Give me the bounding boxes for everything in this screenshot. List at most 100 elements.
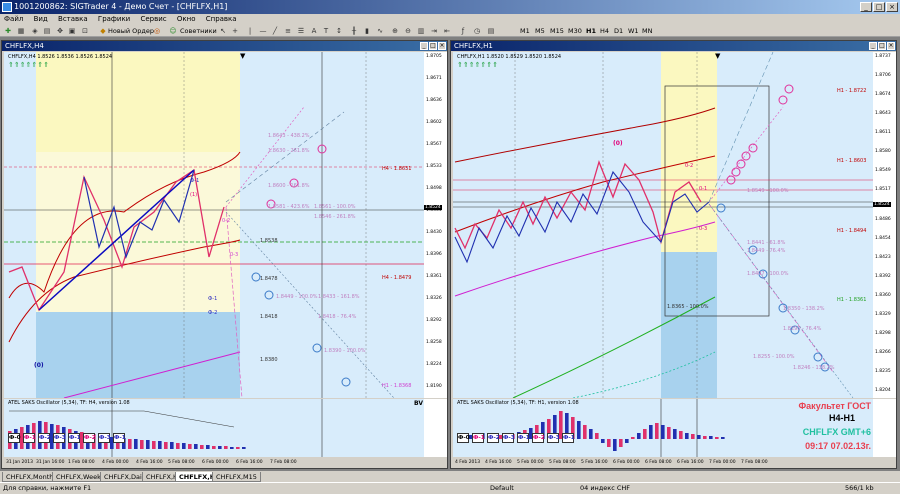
close-icon[interactable]: × (886, 2, 898, 12)
periods-icon[interactable]: ◷ (472, 26, 482, 36)
oscillator-h1[interactable]: ATEL SAKS Oscillator (5,34), TF: H1, ver… (453, 399, 873, 457)
menu-tools[interactable]: Сервис (140, 15, 166, 23)
tf-m5[interactable]: M5 (535, 26, 545, 36)
data-window-icon[interactable]: ▤ (42, 26, 52, 36)
menu-window[interactable]: Окно (177, 15, 196, 23)
line-chart-icon[interactable]: ∿ (375, 26, 385, 36)
price-axis-h4[interactable]: 1.8705 1.8671 1.8636 1.8602 1.8567 1.853… (424, 52, 447, 398)
channel-icon[interactable]: ≡ (283, 26, 293, 36)
wave-tag: Ф-3 (53, 433, 66, 443)
level-label: H1 - 1.8603 (837, 158, 867, 164)
oscillator-bv-label: BV (414, 400, 423, 407)
candles-icon[interactable]: ▮ (362, 26, 372, 36)
terminal-icon[interactable]: ▣ (67, 26, 77, 36)
window-close-icon[interactable]: × (887, 42, 895, 50)
tf-m1[interactable]: M1 (520, 26, 530, 36)
chart-title-text: CHFLFX,H1 (454, 42, 493, 50)
chart-window-h4[interactable]: CHFLFX,H4 _ □ × CHFLFX,H4 1.8526 1.8536 … (1, 40, 448, 469)
profiles-icon[interactable]: ▦ (16, 26, 26, 36)
menu-insert[interactable]: Вставка (58, 15, 88, 23)
vertical-line-icon[interactable]: | (245, 26, 255, 36)
templates-icon[interactable]: ▤ (486, 26, 496, 36)
tf-h4[interactable]: H4 (600, 26, 609, 36)
fib-label: 1.8390 - 100.0% (324, 348, 366, 354)
trendline-icon[interactable]: ╱ (270, 26, 280, 36)
shift-marker-icon[interactable]: ▼ (240, 52, 245, 60)
fib-label: 1.8350 - 138.2% (783, 306, 825, 312)
time-axis-h4[interactable]: 31 Jan 2013 31 Jan 16:00 1 Feb 08:00 4 F… (4, 458, 424, 467)
tester-icon[interactable]: ⊡ (80, 26, 90, 36)
oscillator-bar (146, 440, 150, 449)
tf-w1[interactable]: W1 (628, 26, 639, 36)
window-minimize-icon[interactable]: _ (869, 42, 877, 50)
label-icon[interactable]: T (321, 26, 331, 36)
oscillator-bar (152, 441, 156, 449)
tf-m15[interactable]: M15 (550, 26, 564, 36)
zoom-out-icon[interactable]: ⊖ (403, 26, 413, 36)
window-close-icon[interactable]: × (438, 42, 446, 50)
menu-charts[interactable]: Графики (98, 15, 130, 23)
oscillator-bar (613, 439, 617, 451)
tf-m30[interactable]: M30 (568, 26, 582, 36)
tf-d1[interactable]: D1 (614, 26, 623, 36)
price-chart-h4[interactable]: CHFLFX,H4 1.8526 1.8536 1.8526 1.8524 ⇑⇑… (4, 52, 424, 398)
horizontal-line-icon[interactable]: — (258, 26, 268, 36)
autoscroll-icon[interactable]: ⇥ (429, 26, 439, 36)
maximize-icon[interactable]: □ (873, 2, 885, 12)
tf-mn[interactable]: MN (642, 26, 652, 36)
bar-chart-icon[interactable]: ╫ (349, 26, 359, 36)
tab-m15[interactable]: CHFLFX,M15 (212, 472, 261, 482)
oscillator-h4[interactable]: ATEL SAKS Oscillator (5,34), TF: H4, ver… (4, 399, 424, 457)
chart-window-h1[interactable]: CHFLFX,H1 _ □ × CHFLFX,H1 1.8520 1.8529 … (450, 40, 897, 469)
chart-shift-icon[interactable]: ⇤ (442, 26, 452, 36)
arrows-icon[interactable]: ↕ (334, 26, 344, 36)
market-watch-icon[interactable]: ◈ (30, 26, 40, 36)
wave-tag: Ф-1 (472, 433, 485, 443)
indicators-icon[interactable]: ƒ (458, 26, 468, 36)
wave-tag: Ф-3 (98, 433, 111, 443)
new-order-button[interactable]: Новый Ордер (108, 26, 154, 36)
wave-label: Ф-2 (208, 310, 218, 316)
experts-icon[interactable]: ☺ (168, 26, 178, 36)
window-restore-icon[interactable]: □ (878, 42, 886, 50)
oscillator-bar (589, 429, 593, 439)
crosshair-icon[interactable]: + (230, 26, 240, 36)
minimize-icon[interactable]: _ (860, 2, 872, 12)
time-axis-h1[interactable]: 4 Feb 2013 4 Feb 16:00 5 Feb 00:00 5 Feb… (453, 458, 873, 467)
window-restore-icon[interactable]: □ (429, 42, 437, 50)
new-chart-icon[interactable]: ✚ (3, 26, 13, 36)
menu-bar: Файл Вид Вставка Графики Сервис Окно Спр… (0, 14, 900, 25)
oscillator-bar (236, 447, 240, 449)
zoom-in-icon[interactable]: ⊕ (390, 26, 400, 36)
fibonacci-icon[interactable]: ☰ (296, 26, 306, 36)
menu-view[interactable]: Вид (34, 15, 48, 23)
oscillator-bar (212, 446, 216, 449)
cursor-icon[interactable]: ↖ (218, 26, 228, 36)
experts-button[interactable]: Советники (180, 26, 217, 36)
fib-label: 1.8449 - 100.0% (276, 294, 318, 300)
wave-tag: Ф-1 (113, 433, 126, 443)
current-price-tag: 1.8524 (873, 202, 891, 207)
menu-help[interactable]: Справка (206, 15, 237, 23)
level-label: H4 - 1.8479 (382, 275, 412, 281)
navigator-icon[interactable]: ✥ (55, 26, 65, 36)
oscillator-bar (679, 431, 683, 439)
signal-arrows-icon: ⇑⇑⇑⇑⇑⇑⇑ (457, 61, 499, 69)
shift-marker-icon[interactable]: ▼ (715, 52, 720, 60)
oscillator-bar (182, 443, 186, 449)
window-minimize-icon[interactable]: _ (420, 42, 428, 50)
oscillator-bar (661, 425, 665, 439)
stamp-line-4: 09:17 07.02.13г. (805, 441, 871, 451)
oscillator-bar (655, 423, 659, 439)
tf-h1[interactable]: H1 (586, 26, 596, 36)
app-icon (2, 2, 12, 12)
text-icon[interactable]: A (309, 26, 319, 36)
meta-editor-icon[interactable]: ◎ (152, 26, 162, 36)
menu-file[interactable]: Файл (4, 15, 23, 23)
price-axis-h1[interactable]: 1.8737 1.8706 1.8674 1.8643 1.8611 1.858… (873, 52, 896, 398)
tile-windows-icon[interactable]: ▥ (416, 26, 426, 36)
wave-tag: Ф-1 (562, 433, 575, 443)
oscillator-bar (607, 439, 611, 447)
wave-tag: Ф-2 (38, 433, 51, 443)
price-chart-h1[interactable]: CHFLFX,H1 1.8520 1.8529 1.8520 1.8524 ⇑⇑… (453, 52, 873, 398)
